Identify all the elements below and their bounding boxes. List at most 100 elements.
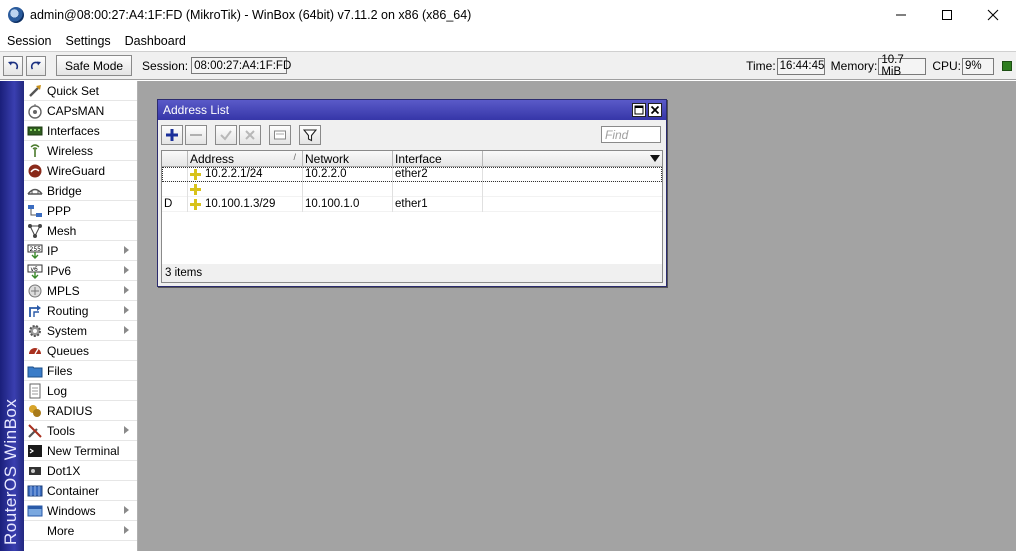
sidebar-item-ipv6[interactable]: v6 IPv6 — [24, 261, 137, 281]
menu-settings[interactable]: Settings — [58, 34, 117, 48]
check-icon — [220, 129, 232, 141]
enable-button[interactable] — [215, 124, 237, 145]
time-label: Time: — [746, 59, 776, 73]
address-icon — [190, 168, 201, 180]
memory-label: Memory: — [830, 59, 878, 73]
quick-set-icon — [27, 83, 43, 99]
sidebar-item-interfaces[interactable]: Interfaces — [24, 121, 137, 141]
x-icon — [245, 129, 255, 140]
cpu-indicator-icon — [1002, 61, 1012, 71]
tools-icon — [27, 423, 43, 439]
window-restore-button[interactable] — [632, 103, 646, 117]
table-header: Address Network Interface — [162, 151, 662, 167]
sidebar-item-ppp[interactable]: PPP — [24, 201, 137, 221]
sidebar-item-quick-set[interactable]: Quick Set — [24, 81, 137, 101]
table-row[interactable]: D 10.100.1.3/29 10.100.1.0 ether1 — [162, 196, 662, 212]
ip-icon: 255 — [27, 243, 43, 259]
windows-icon — [27, 503, 43, 519]
sidebar-item-capsman[interactable]: CAPsMAN — [24, 101, 137, 121]
cpu-label: CPU: — [932, 59, 961, 73]
comment-button[interactable] — [269, 124, 291, 145]
submenu-arrow-icon — [124, 306, 129, 314]
menu-session[interactable]: Session — [0, 34, 58, 48]
memory-value: 10.7 MiB — [878, 54, 927, 78]
status-area: Time: 16:44:45 Memory: 10.7 MiB CPU: 9% — [740, 52, 1012, 80]
columns-dropdown-icon[interactable] — [650, 155, 660, 162]
ppp-icon — [27, 203, 43, 219]
routing-icon — [27, 303, 43, 319]
restore-icon — [634, 105, 644, 115]
sidebar-item-mpls[interactable]: MPLS — [24, 281, 137, 301]
menu-bar: Session Settings Dashboard — [0, 30, 1016, 51]
item-count-status: 3 items — [161, 264, 663, 283]
column-header-flags[interactable] — [162, 151, 188, 167]
minimize-button[interactable] — [878, 0, 924, 30]
address-table: Address Network Interface 10.2.2.1/24 10… — [161, 150, 663, 266]
column-header-interface[interactable]: Interface — [393, 151, 483, 167]
sidebar-item-system[interactable]: System — [24, 321, 137, 341]
brand-bar: RouterOS WinBox — [0, 81, 24, 551]
sidebar-item-queues[interactable]: Queues — [24, 341, 137, 361]
add-button[interactable] — [161, 124, 183, 145]
folder-icon — [27, 363, 43, 379]
safe-mode-button[interactable]: Safe Mode — [56, 55, 133, 76]
submenu-arrow-icon — [124, 506, 129, 514]
sidebar-item-bridge[interactable]: Bridge — [24, 181, 137, 201]
sidebar-item-files[interactable]: Files — [24, 361, 137, 381]
cpu-value: 9% — [962, 57, 994, 75]
submenu-arrow-icon — [124, 286, 129, 294]
redo-button[interactable] — [26, 55, 46, 76]
session-label: Session: — [142, 58, 189, 73]
address-list-title-bar[interactable]: Address List — [158, 100, 666, 120]
sidebar-item-wireguard[interactable]: WireGuard — [24, 161, 137, 181]
sidebar-item-new-terminal[interactable]: New Terminal — [24, 441, 137, 461]
sidebar-item-dot1x[interactable]: Dot1X — [24, 461, 137, 481]
submenu-arrow-icon — [124, 426, 129, 434]
window-close-button[interactable] — [648, 103, 662, 117]
sidebar-item-mesh[interactable]: Mesh — [24, 221, 137, 241]
radius-icon — [27, 403, 43, 419]
window-controls — [878, 0, 1016, 30]
menu-dashboard[interactable]: Dashboard — [118, 34, 193, 48]
remove-button[interactable] — [185, 124, 207, 145]
svg-text:v6: v6 — [31, 266, 39, 273]
sidebar-item-routing[interactable]: Routing — [24, 301, 137, 321]
sidebar-item-container[interactable]: Container — [24, 481, 137, 501]
close-button[interactable] — [970, 0, 1016, 30]
sidebar-item-log[interactable]: Log — [24, 381, 137, 401]
minus-icon — [190, 133, 202, 136]
wireless-icon — [27, 143, 43, 159]
sidebar-item-tools[interactable]: Tools — [24, 421, 137, 441]
sidebar-item-windows[interactable]: Windows — [24, 501, 137, 521]
sidebar-item-ip[interactable]: 255 IP — [24, 241, 137, 261]
submenu-arrow-icon — [124, 526, 129, 534]
find-input[interactable] — [601, 126, 661, 143]
undo-icon — [8, 61, 19, 69]
address-list-window[interactable]: Address List Find Address / Network Inte… — [157, 99, 667, 287]
interfaces-icon — [27, 123, 43, 139]
close-icon — [650, 105, 660, 115]
undo-button[interactable] — [3, 55, 23, 76]
queues-icon — [27, 343, 43, 359]
filter-icon — [303, 128, 317, 141]
svg-text:255: 255 — [30, 246, 42, 253]
maximize-button[interactable] — [924, 0, 970, 30]
sidebar-item-radius[interactable]: RADIUS — [24, 401, 137, 421]
filter-button[interactable] — [299, 124, 321, 145]
column-header-network[interactable]: Network — [303, 151, 393, 167]
table-row[interactable] — [162, 181, 662, 197]
gear-icon — [27, 323, 43, 339]
disable-button[interactable] — [239, 124, 261, 145]
sidebar-item-wireless[interactable]: Wireless — [24, 141, 137, 161]
log-icon — [27, 383, 43, 399]
session-value: 08:00:27:A4:1F:FD — [191, 57, 291, 74]
minimize-icon — [896, 14, 906, 16]
sidebar-item-more[interactable]: More — [24, 521, 137, 541]
winbox-app-icon — [8, 7, 24, 23]
dot1x-icon — [27, 463, 43, 479]
column-header-address[interactable]: Address — [188, 151, 303, 167]
table-row[interactable]: 10.2.2.1/24 10.2.2.0 ether2 — [162, 166, 662, 182]
submenu-arrow-icon — [124, 326, 129, 334]
maximize-icon — [942, 10, 952, 20]
container-icon — [27, 483, 43, 499]
